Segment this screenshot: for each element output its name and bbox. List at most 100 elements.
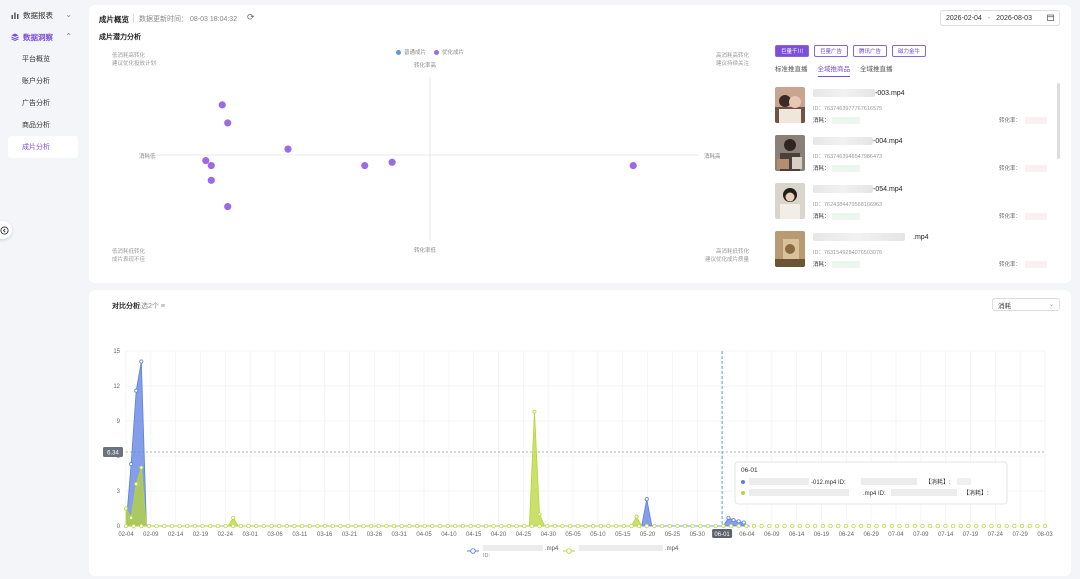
data-point (583, 523, 588, 529)
data-point (928, 523, 933, 529)
video-list-panel: 巨量千川 巨量广告 腾讯广告 磁力金牛 标准推直播 全域推商品 全域推直播 -0… (775, 45, 1061, 277)
nav-group-reports[interactable]: 数据报表 ⌄ (0, 4, 86, 26)
video-thumbnail[interactable] (775, 231, 805, 267)
video-name: -054.mp4 (813, 185, 903, 193)
refresh-icon[interactable]: ⟳ (247, 12, 255, 23)
data-point[interactable] (736, 519, 741, 524)
date-range-picker[interactable]: 2026-02-04 - 2026-08-03 (940, 10, 1060, 26)
data-point[interactable] (537, 512, 542, 517)
x-tick-label: 05-10 (590, 532, 606, 538)
data-point[interactable] (134, 481, 139, 486)
x-tick-label: 04-20 (491, 532, 507, 538)
data-point[interactable] (532, 409, 537, 414)
data-point (169, 523, 175, 529)
scatter-point[interactable] (388, 158, 396, 166)
chip-cili-jinniu[interactable]: 磁力金牛 (892, 45, 927, 57)
scatter-point[interactable] (207, 176, 215, 184)
potential-analysis-title: 成片潜力分析 (99, 34, 141, 41)
tab-global-live[interactable]: 全域推直播 (860, 63, 893, 77)
bar-chart-icon (10, 11, 19, 20)
x-tick-label: 08-03 (1037, 532, 1053, 538)
chip-tencent-ads[interactable]: 腾讯广告 (853, 45, 888, 57)
sidebar-item-ad-analysis[interactable]: 广告分析 (0, 92, 86, 114)
data-point (782, 523, 787, 529)
data-point (874, 523, 879, 529)
x-tick-label: 06-14 (789, 532, 805, 538)
data-point (767, 523, 772, 529)
data-point (323, 523, 328, 529)
scatter-point[interactable] (224, 119, 232, 127)
data-point (200, 523, 205, 529)
data-point (292, 523, 297, 529)
data-point (958, 523, 963, 529)
data-point[interactable] (731, 518, 736, 523)
data-point (675, 523, 680, 529)
data-point[interactable] (129, 515, 134, 520)
scatter-point[interactable] (207, 161, 215, 170)
data-point (269, 523, 274, 529)
data-point[interactable] (634, 514, 639, 519)
data-point (996, 523, 1002, 529)
data-point (882, 523, 887, 529)
y-tick-label: 15 (113, 349, 120, 355)
scatter-point[interactable] (284, 145, 292, 153)
data-point[interactable] (124, 506, 129, 511)
data-point[interactable] (741, 520, 746, 525)
tab-global-product[interactable]: 全域推商品 (817, 63, 850, 77)
video-thumbnail[interactable] (775, 183, 805, 219)
data-point (437, 523, 443, 529)
chip-juliang-ads[interactable]: 巨量广告 (814, 45, 849, 57)
data-point (713, 523, 718, 529)
data-point[interactable] (139, 359, 144, 364)
nav-group-insights[interactable]: 数据洞察 ⌃ (0, 26, 86, 48)
platform-chips: 巨量千川 巨量广告 腾讯广告 磁力金牛 (775, 45, 1061, 57)
list-item[interactable]: -003.mp4 ID：7637463977767616575 消耗： 转化率： (775, 85, 1047, 133)
data-point[interactable] (134, 388, 139, 393)
data-point (667, 523, 672, 529)
data-point[interactable] (139, 465, 144, 470)
list-scrollbar[interactable] (1057, 83, 1060, 159)
scatter-point[interactable] (224, 202, 232, 211)
list-item[interactable]: -054.mp4 ID：7624384479568166963 消耗： 转化率： (775, 181, 1047, 229)
quadrant-chart: 普通成片 优化成片 低消耗高转化 建议优化投放计划 高消耗高转化 建议持续关注 低消… (109, 45, 749, 275)
date-separator: - (987, 14, 991, 22)
data-point (637, 523, 642, 529)
data-point[interactable] (129, 462, 134, 467)
date-end: 2026-08-03 (996, 14, 1032, 22)
scatter-point[interactable] (629, 161, 637, 170)
scatter-point[interactable] (218, 101, 226, 109)
data-point (529, 523, 534, 529)
data-point (537, 523, 542, 529)
tooltip-dot (741, 480, 745, 484)
sidebar-item-product-analysis[interactable]: 商品分析 (0, 114, 86, 136)
compare-card: 对比分析 已选2个 ≡ 消耗 ⌄ 0369121502-0402-0902-14… (89, 290, 1071, 576)
tab-standard-live[interactable]: 标准推直播 (775, 63, 808, 77)
data-point[interactable] (644, 497, 649, 502)
legend-label: .mp4 (545, 546, 559, 552)
data-point (751, 523, 757, 529)
sidebar-item-account-analysis[interactable]: 账户分析 (0, 70, 86, 92)
video-thumbnail[interactable] (775, 87, 805, 123)
legend-marker[interactable] (470, 548, 476, 554)
tooltip-blur (861, 478, 917, 485)
list-item[interactable]: -004.mp4 ID：7637463946547986473 消耗： 转化率： (775, 133, 1047, 181)
x-tick-label: 02-04 (118, 532, 134, 538)
layers-icon (10, 33, 19, 42)
x-tick-label: 06-04 (739, 532, 755, 538)
chip-qianchuan[interactable]: 巨量千川 (775, 45, 810, 57)
data-point[interactable] (726, 515, 731, 520)
tooltip-dot (741, 491, 745, 495)
data-point[interactable] (231, 515, 236, 520)
scatter-point[interactable] (202, 157, 210, 165)
scatter-point[interactable] (361, 161, 369, 170)
video-cost: 消耗： (813, 260, 860, 268)
list-item[interactable]: .mp4 ID：7631549284076503076 消耗： 转化率： (775, 229, 1047, 277)
x-tick-label: 03-31 (392, 532, 408, 538)
legend-marker[interactable] (566, 548, 572, 554)
video-thumbnail[interactable] (775, 135, 805, 171)
legend-blur (483, 545, 543, 551)
sidebar-item-platform-overview[interactable]: 平台概览 (0, 48, 86, 70)
data-point (1035, 523, 1040, 529)
sidebar-item-video-analysis[interactable]: 成片分析 (8, 136, 78, 158)
x-tick-label: 07-14 (938, 532, 954, 538)
